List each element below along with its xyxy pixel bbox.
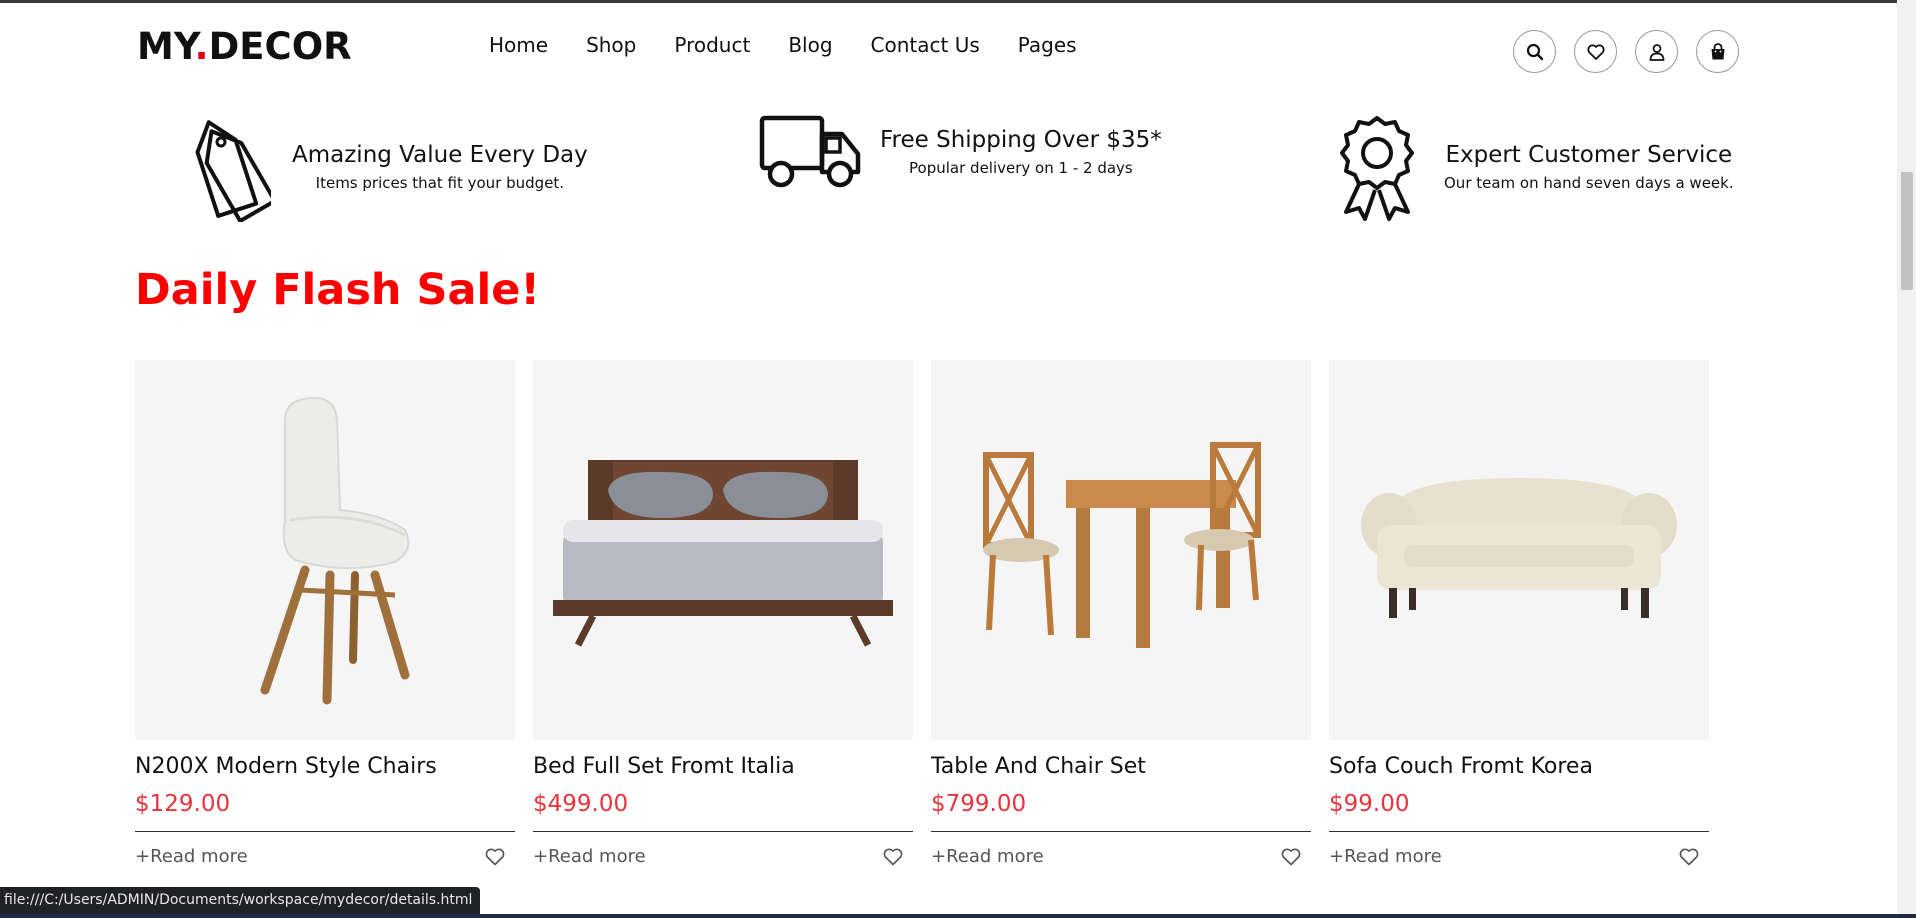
wishlist-button[interactable] xyxy=(1574,30,1617,73)
product-price: $499.00 xyxy=(533,791,629,817)
search-button[interactable] xyxy=(1513,30,1556,73)
scrollbar-thumb[interactable] xyxy=(1901,172,1913,290)
nav-contact-us[interactable]: Contact Us xyxy=(871,33,980,57)
read-more-link[interactable]: +Read more xyxy=(1329,846,1442,867)
read-more-link[interactable]: +Read more xyxy=(533,846,646,867)
search-icon xyxy=(1526,43,1543,60)
header-icons xyxy=(1513,30,1739,73)
feature-title: Free Shipping Over $35* xyxy=(880,127,1162,153)
logo-dot: . xyxy=(194,25,209,68)
product-image[interactable] xyxy=(1329,360,1709,740)
feature-subtitle: Popular delivery on 1 - 2 days xyxy=(909,159,1133,177)
taskbar-edge xyxy=(0,914,1916,918)
feature-value: Amazing Value Every Day Items prices tha… xyxy=(185,112,588,222)
divider xyxy=(1329,831,1709,832)
bed-image xyxy=(553,460,893,647)
product-card: Sofa Couch Fromt Korea $99.00 +Read more xyxy=(1329,360,1709,867)
feature-service: Expert Customer Service Our team on hand… xyxy=(1330,112,1734,222)
cart-button[interactable] xyxy=(1696,30,1739,73)
price-tag-icon xyxy=(195,120,271,222)
nav-product[interactable]: Product xyxy=(674,33,750,57)
feature-title: Expert Customer Service xyxy=(1445,142,1733,168)
product-card: Bed Full Set Fromt Italia $499.00 +Read … xyxy=(533,360,913,867)
read-more-link[interactable]: +Read more xyxy=(931,846,1044,867)
product-image[interactable] xyxy=(533,360,913,740)
status-bar-url: file:///C:/Users/ADMIN/Documents/workspa… xyxy=(0,887,481,914)
product-price: $129.00 xyxy=(135,791,231,817)
product-card: N200X Modern Style Chairs $129.00 +Read … xyxy=(135,360,515,867)
award-badge-icon xyxy=(1340,116,1414,221)
product-name[interactable]: N200X Modern Style Chairs xyxy=(135,754,515,779)
nav-pages[interactable]: Pages xyxy=(1018,33,1077,57)
feature-subtitle: Items prices that fit your budget. xyxy=(315,174,565,192)
heart-icon[interactable] xyxy=(1281,848,1301,866)
nav-blog[interactable]: Blog xyxy=(788,33,832,57)
divider xyxy=(533,831,913,832)
product-image[interactable] xyxy=(135,360,515,740)
vertical-scrollbar[interactable] xyxy=(1897,0,1916,918)
product-name[interactable]: Bed Full Set Fromt Italia xyxy=(533,754,913,779)
account-button[interactable] xyxy=(1635,30,1678,73)
main-nav: Home Shop Product Blog Contact Us Pages xyxy=(489,33,1115,57)
heart-icon[interactable] xyxy=(883,848,903,866)
product-price: $799.00 xyxy=(931,791,1027,817)
divider xyxy=(931,831,1311,832)
shopping-bag-icon xyxy=(1711,42,1724,59)
product-name[interactable]: Sofa Couch Fromt Korea xyxy=(1329,754,1709,779)
table-chairs-image xyxy=(983,442,1261,648)
nav-shop[interactable]: Shop xyxy=(586,33,636,57)
heart-icon xyxy=(1586,43,1605,60)
feature-title: Amazing Value Every Day xyxy=(292,142,588,168)
heart-icon[interactable] xyxy=(485,848,505,866)
truck-icon xyxy=(759,115,861,188)
product-card: Table And Chair Set $799.00 +Read more xyxy=(931,360,1311,867)
chair-image xyxy=(260,396,410,705)
site-logo[interactable]: MY.DECOR xyxy=(137,25,352,68)
product-price: $99.00 xyxy=(1329,791,1410,817)
read-more-link[interactable]: +Read more xyxy=(135,846,248,867)
product-image[interactable] xyxy=(931,360,1311,740)
heart-icon[interactable] xyxy=(1679,848,1699,866)
section-title: Daily Flash Sale! xyxy=(135,265,540,315)
feature-subtitle: Our team on hand seven days a week. xyxy=(1444,174,1734,192)
sofa-image xyxy=(1361,478,1677,618)
nav-home[interactable]: Home xyxy=(489,33,548,57)
user-icon xyxy=(1649,43,1664,61)
product-name[interactable]: Table And Chair Set xyxy=(931,754,1311,779)
site-header: MY.DECOR Home Shop Product Blog Contact … xyxy=(0,3,1897,93)
divider xyxy=(135,831,515,832)
feature-shipping: Free Shipping Over $35* Popular delivery… xyxy=(758,112,1162,192)
